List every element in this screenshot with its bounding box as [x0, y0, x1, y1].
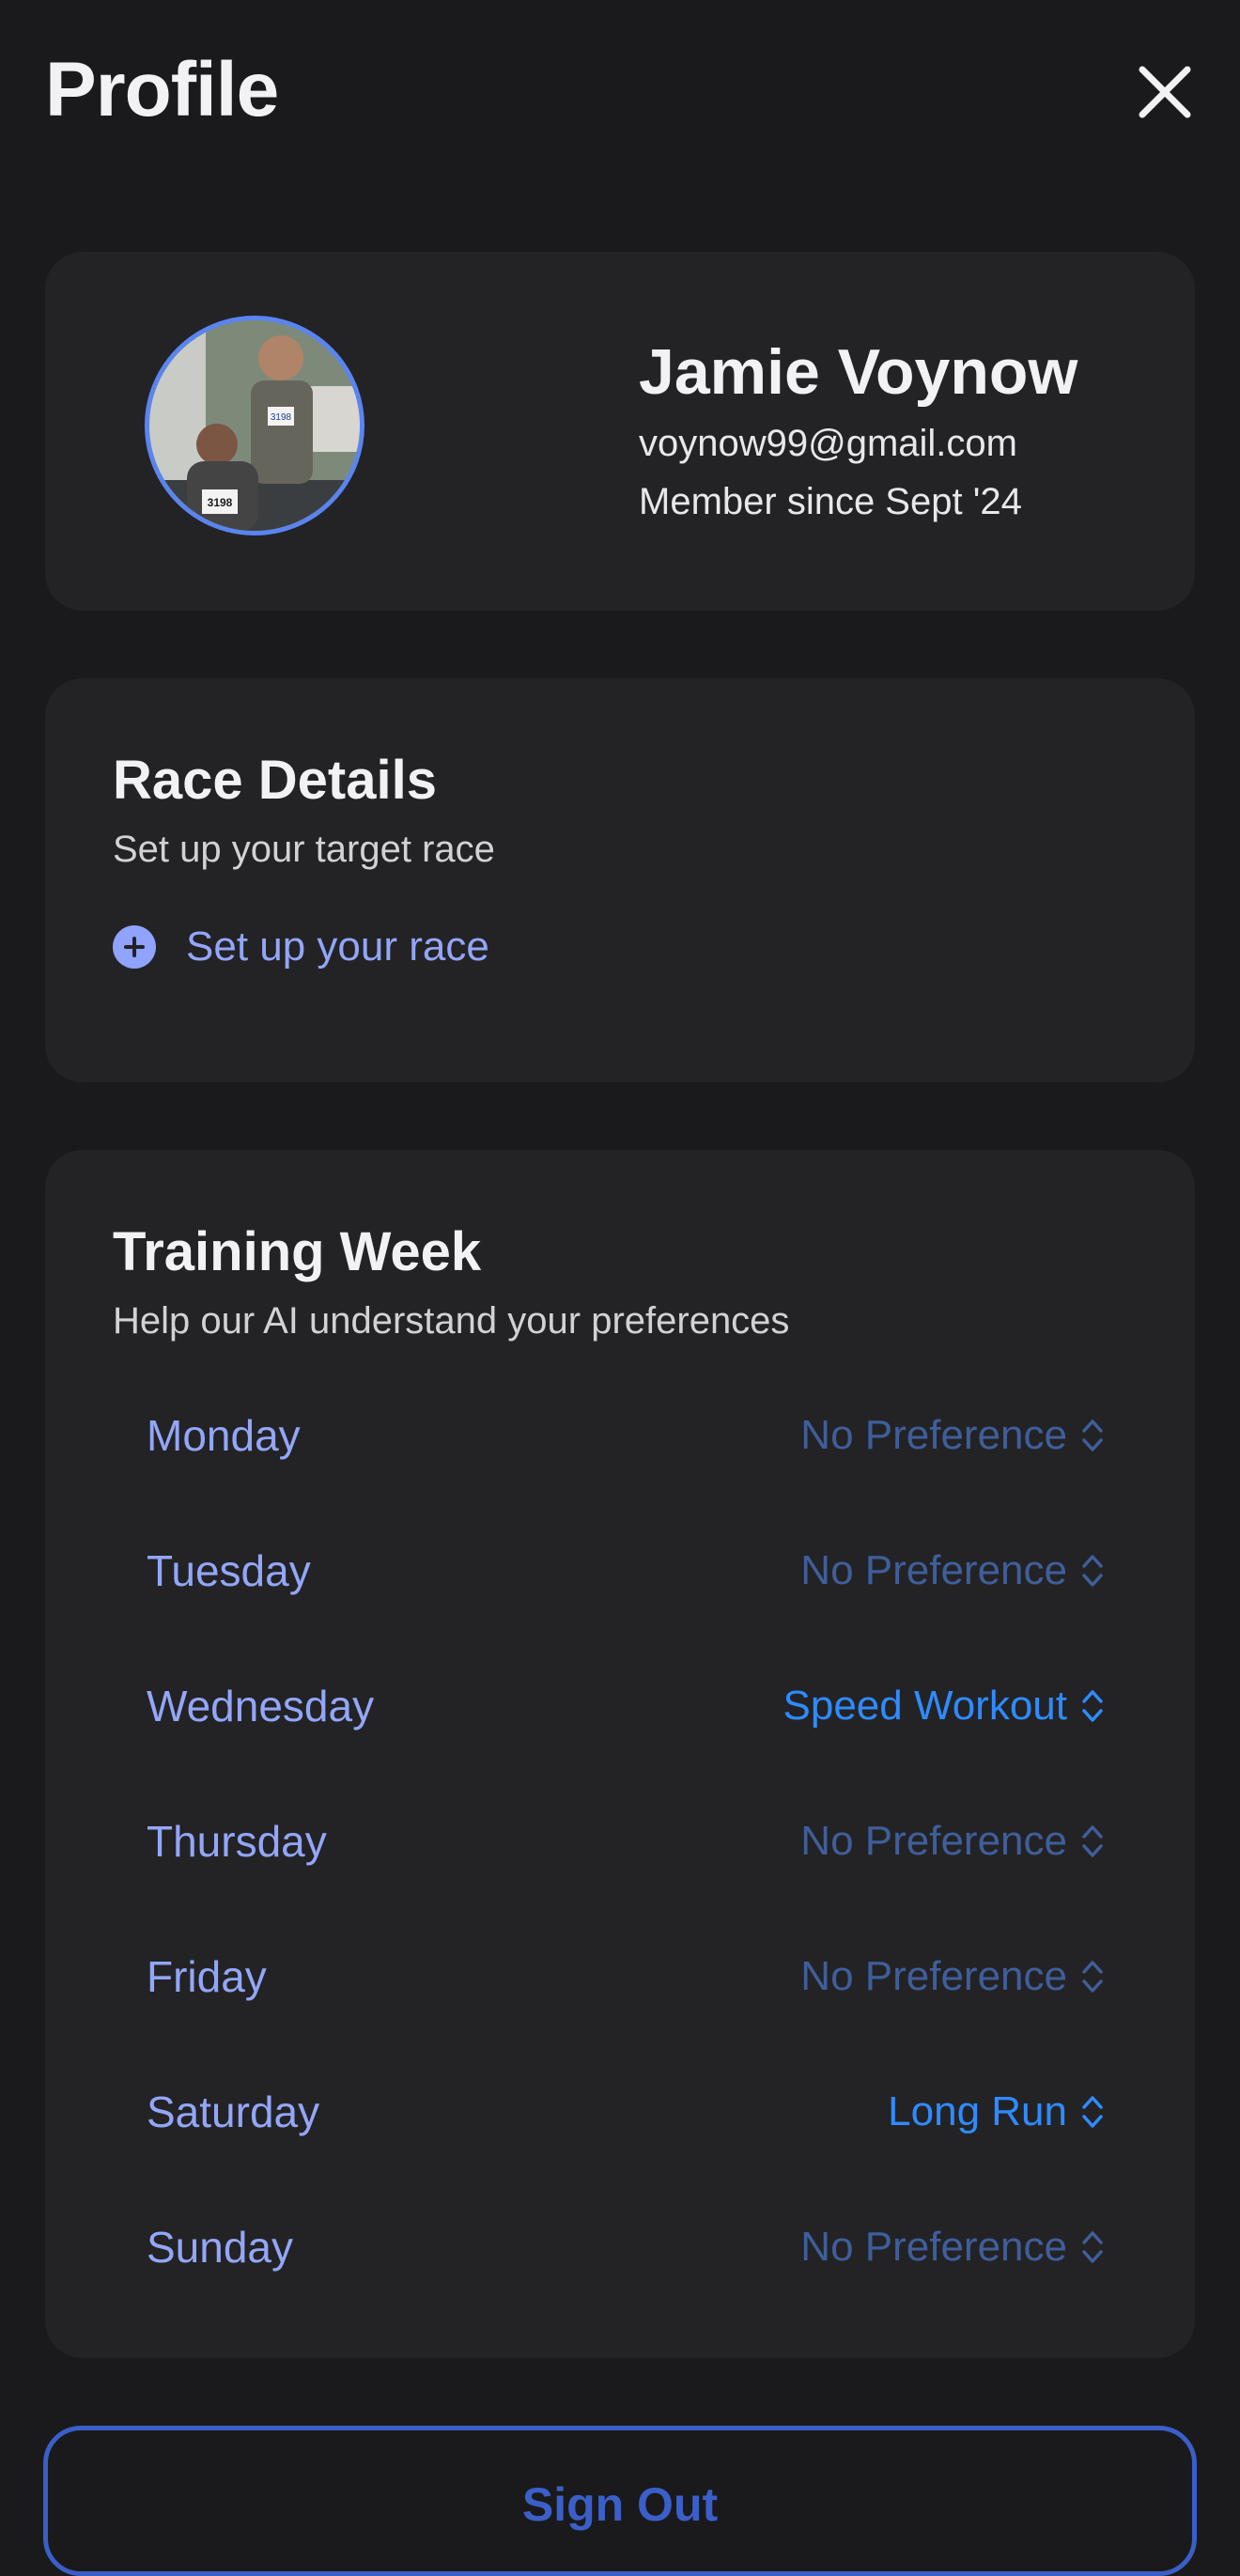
day-label: Thursday: [147, 1817, 327, 1866]
member-since: Member since Sept '24: [639, 481, 1022, 522]
day-label: Monday: [147, 1411, 301, 1460]
day-row-tuesday: Tuesday No Preference: [147, 1524, 1105, 1618]
day-preference-select[interactable]: No Preference: [800, 1818, 1105, 1865]
day-preference-value: No Preference: [800, 1953, 1067, 1999]
day-preference-select[interactable]: Long Run: [888, 2088, 1105, 2135]
chevron-up-down-icon: [1082, 1555, 1103, 1587]
avatar[interactable]: 3198 3198: [145, 316, 364, 535]
day-row-monday: Monday No Preference: [147, 1389, 1105, 1482]
day-preference-select[interactable]: No Preference: [800, 1412, 1105, 1459]
day-preference-value: Long Run: [888, 2088, 1067, 2134]
setup-race-button[interactable]: Set up your race: [113, 921, 489, 973]
day-label: Wednesday: [147, 1682, 375, 1730]
sign-out-button[interactable]: Sign Out: [43, 2426, 1197, 2576]
avatar-bib-top: 3198: [271, 412, 292, 423]
day-preference-select[interactable]: Speed Workout: [783, 1683, 1105, 1730]
chevron-up-down-icon: [1082, 1961, 1103, 1993]
plus-circle-icon: [113, 925, 156, 969]
profile-name: Jamie Voynow: [639, 336, 1078, 408]
chevron-up-down-icon: [1082, 2096, 1103, 2128]
close-button[interactable]: [1135, 62, 1195, 122]
profile-info: Jamie Voynow voynow99@gmail.com Member s…: [639, 336, 1077, 524]
race-details-card: Race Details Set up your target race Set…: [45, 678, 1195, 1082]
chevron-up-down-icon: [1082, 1825, 1103, 1857]
chevron-up-down-icon: [1082, 1420, 1103, 1451]
training-week-subtitle: Help our AI understand your preferences: [113, 1300, 790, 1342]
race-details-subtitle: Set up your target race: [113, 829, 495, 870]
day-label: Sunday: [147, 2223, 294, 2272]
day-preference-value: No Preference: [800, 1412, 1067, 1458]
page-title: Profile: [45, 47, 279, 132]
day-label: Tuesday: [147, 1546, 311, 1595]
profile-card: 3198 3198 Jamie Voynow voynow99@gmail.co…: [45, 252, 1195, 611]
day-row-saturday: Saturday Long Run: [147, 2065, 1105, 2159]
day-row-wednesday: Wednesday Speed Workout: [147, 1659, 1105, 1753]
chevron-up-down-icon: [1082, 1690, 1103, 1722]
day-row-thursday: Thursday No Preference: [147, 1794, 1105, 1888]
close-icon: [1139, 66, 1191, 118]
day-label: Saturday: [147, 2087, 320, 2136]
day-preference-select[interactable]: No Preference: [800, 1953, 1105, 2000]
day-label: Friday: [147, 1952, 267, 2001]
day-preference-value: No Preference: [800, 2224, 1067, 2270]
day-preference-value: No Preference: [800, 1547, 1067, 1593]
day-preference-select[interactable]: No Preference: [800, 1547, 1105, 1594]
profile-email: voynow99@gmail.com: [639, 423, 1017, 464]
day-preference-value: Speed Workout: [783, 1683, 1067, 1729]
chevron-up-down-icon: [1082, 2231, 1103, 2263]
training-week-card: Training Week Help our AI understand you…: [45, 1150, 1195, 2358]
avatar-bib-bottom: 3198: [208, 496, 233, 509]
day-preference-value: No Preference: [800, 1818, 1067, 1864]
sign-out-label: Sign Out: [521, 2478, 719, 2531]
training-week-title: Training Week: [113, 1221, 482, 1282]
day-preference-select[interactable]: No Preference: [800, 2224, 1105, 2271]
setup-race-label: Set up your race: [186, 923, 489, 970]
day-row-friday: Friday No Preference: [147, 1930, 1105, 2024]
day-row-sunday: Sunday No Preference: [147, 2200, 1105, 2294]
race-details-title: Race Details: [113, 750, 437, 811]
avatar-photo: 3198 3198: [149, 320, 360, 531]
